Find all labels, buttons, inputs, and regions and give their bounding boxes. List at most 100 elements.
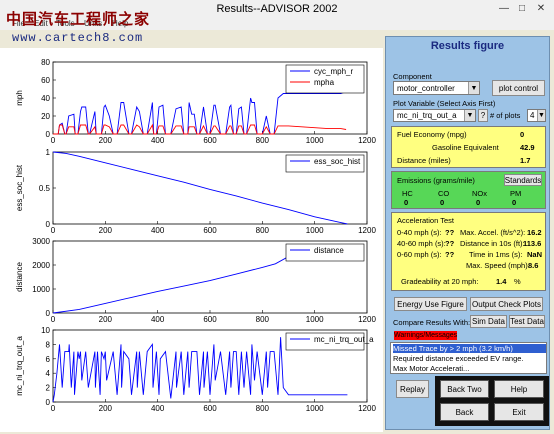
- y-tick-label: 3000: [32, 237, 50, 246]
- x-tick-label: 1000: [306, 226, 324, 235]
- emission-val-co: 0: [440, 198, 445, 207]
- watermark-logo: 中国汽车工程师之家: [6, 10, 151, 28]
- gradeability-label: Gradeability at 20 mph:: [401, 277, 479, 286]
- message-item[interactable]: Max Motor Accelerati...: [393, 364, 469, 373]
- x-tick-label: 800: [256, 226, 270, 235]
- max-accel-value: 16.2: [527, 228, 542, 237]
- chevron-down-icon: ▼: [537, 110, 545, 121]
- plot-variable-value: mc_ni_trq_out_a: [397, 111, 457, 120]
- x-tick-label: 400: [151, 315, 165, 324]
- acceleration-title: Acceleration Test: [397, 216, 454, 225]
- x-tick-label: 800: [256, 136, 270, 145]
- sim-data-button[interactable]: Sim Data: [470, 315, 507, 328]
- y-axis-label: mph: [15, 90, 24, 106]
- minimize-button[interactable]: —: [497, 2, 511, 15]
- chevron-down-icon: ▼: [464, 110, 475, 121]
- y-tick-label: 6: [46, 355, 51, 364]
- y-tick-label: 60: [41, 76, 50, 85]
- x-tick-label: 0: [51, 226, 56, 235]
- x-tick-label: 200: [99, 404, 113, 413]
- x-tick-label: 400: [151, 404, 165, 413]
- fuel-title-value: 0: [520, 130, 525, 139]
- x-tick-label: 400: [151, 226, 165, 235]
- plot-variable-select[interactable]: mc_ni_trq_out_a ▼: [393, 109, 476, 122]
- legend-entry: distance: [314, 246, 344, 255]
- distance-10s-value: 113.6: [523, 239, 542, 248]
- emission-col-hc: HC: [402, 189, 413, 198]
- x-tick-label: 1200: [358, 315, 376, 324]
- y-tick-label: 1000: [32, 285, 50, 294]
- legend-entry: cyc_mph_r: [314, 67, 353, 76]
- messages-listbox[interactable]: Missed Trace by > 2 mph (3.2 km/h) Requi…: [390, 342, 547, 374]
- legend-entry: ess_soc_hist: [314, 157, 361, 166]
- component-select[interactable]: motor_controller ▼: [393, 81, 480, 95]
- emissions-box: Emissions (grams/mile) Standards HC CO N…: [391, 171, 546, 209]
- panel-title: Results figure: [430, 40, 505, 52]
- replay-button[interactable]: Replay: [396, 380, 429, 398]
- emission-val-hc: 0: [404, 198, 409, 207]
- y-tick-label: 0: [46, 220, 51, 229]
- back-button[interactable]: Back: [440, 403, 489, 421]
- gasoline-equivalent-value: 42.9: [520, 143, 535, 152]
- exit-button[interactable]: Exit: [494, 403, 544, 421]
- gradeability-value: 1.4: [496, 277, 507, 286]
- y-tick-label: 40: [41, 94, 50, 103]
- output-check-plots-button[interactable]: Output Check Plots: [470, 297, 543, 311]
- results-panel: Results figure Component motor_controlle…: [385, 36, 550, 430]
- x-tick-label: 600: [203, 136, 217, 145]
- close-button[interactable]: ✕: [534, 2, 548, 15]
- accel-0-60-label: 0-60 mph (s):: [397, 250, 442, 259]
- x-tick-label: 0: [51, 315, 56, 324]
- x-tick-label: 800: [256, 404, 270, 413]
- watermark-url: www.cartech8.com: [12, 31, 144, 45]
- emission-col-pm: PM: [510, 189, 522, 198]
- legend-entry: mpha: [314, 78, 335, 87]
- back-two-button[interactable]: Back Two: [440, 380, 489, 398]
- plots-svg: 0 200 400 600 800 1000 1200020406080mphcyc_mph…: [15, 58, 376, 413]
- accel-0-60-value: ??: [445, 250, 455, 259]
- x-tick-label: 1200: [358, 136, 376, 145]
- y-tick-label: 0: [46, 398, 51, 407]
- plots-count-label: # of plots: [490, 111, 521, 120]
- max-speed-value: 8.6: [528, 261, 539, 270]
- y-tick-label: 0: [46, 309, 51, 318]
- x-tick-label: 1200: [358, 404, 376, 413]
- energy-use-figure-button[interactable]: Energy Use Figure: [394, 297, 467, 311]
- distance-10s-label: Distance in 10s (ft):: [460, 239, 525, 248]
- x-tick-label: 600: [203, 315, 217, 324]
- y-tick-label: 10: [41, 326, 50, 335]
- emission-col-nox: NOx: [472, 189, 487, 198]
- x-tick-label: 0: [51, 136, 56, 145]
- y-tick-label: 20: [41, 112, 50, 121]
- time-1ms-value: NaN: [527, 250, 543, 259]
- plots-count-select[interactable]: 4 ▼: [527, 109, 546, 122]
- maximize-button[interactable]: □: [515, 2, 529, 15]
- max-accel-label: Max. Accel. (ft/s^2):: [460, 228, 526, 237]
- x-tick-label: 1200: [358, 226, 376, 235]
- y-tick-label: 1: [46, 148, 51, 157]
- y-tick-label: 4: [46, 369, 51, 378]
- x-tick-label: 200: [99, 315, 113, 324]
- distance-label: Distance (miles): [397, 156, 451, 165]
- help-button[interactable]: Help: [494, 380, 544, 398]
- x-tick-label: 200: [99, 226, 113, 235]
- x-tick-label: 1000: [306, 404, 324, 413]
- x-tick-label: 800: [256, 315, 270, 324]
- message-item[interactable]: Missed Trace by > 2 mph (3.2 km/h): [393, 344, 546, 353]
- legend-entry: mc_ni_trq_out_a: [314, 335, 374, 344]
- x-tick-label: 200: [99, 136, 113, 145]
- standards-button[interactable]: Standards: [504, 174, 542, 186]
- emission-col-co: CO: [438, 189, 450, 198]
- x-tick-label: 600: [203, 404, 217, 413]
- gradeability-unit: %: [514, 277, 521, 286]
- y-tick-label: 8: [46, 340, 51, 349]
- help-question-button[interactable]: ?: [478, 109, 488, 122]
- plot-variable-label: Plot Variable (Select Axis First): [393, 99, 496, 108]
- test-data-button[interactable]: Test Data: [509, 315, 545, 328]
- plot-control-button[interactable]: plot control: [492, 80, 545, 96]
- message-item[interactable]: Required distance exceeded EV range.: [393, 354, 524, 363]
- accel-0-40-label: 0-40 mph (s):: [397, 228, 442, 237]
- fuel-economy-box: Fuel Economy (mpg) 0 Gasoline Equivalent…: [391, 126, 546, 168]
- x-tick-label: 1000: [306, 136, 324, 145]
- y-tick-label: 0: [46, 130, 51, 139]
